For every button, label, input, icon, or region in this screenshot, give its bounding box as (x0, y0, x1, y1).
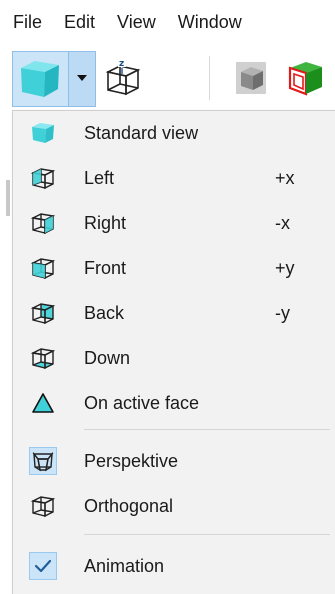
shaded-cube-icon[interactable] (234, 58, 268, 103)
menu-item-on-active-face[interactable]: On active face (13, 381, 335, 425)
view-left-cube-icon (29, 164, 57, 192)
menu-separator (84, 534, 330, 535)
scroll-mark (6, 180, 10, 216)
menu-item-standard-view[interactable]: Standard view (13, 111, 335, 155)
menu-item-label: Front (84, 258, 127, 278)
standard-view-cube-icon (29, 119, 57, 147)
view-dropdown-menu: Standard view Left +x Right -x Front +y … (12, 110, 335, 594)
menu-item-shortcut: -y (275, 303, 290, 323)
perspective-cube-icon (29, 447, 57, 475)
menu-item-right[interactable]: Right -x (13, 201, 335, 245)
menu-item-label: Animation (84, 556, 165, 576)
menu-item-label: Standard view (84, 123, 199, 143)
window-edge (0, 110, 12, 594)
toolbar: z (0, 44, 335, 110)
menu-item-shortcut: -x (275, 213, 290, 233)
menu-item-label: Down (84, 348, 131, 368)
menu-file[interactable]: File (0, 0, 42, 44)
toolbar-separator (209, 56, 210, 100)
menu-view[interactable]: View (104, 0, 156, 44)
menu-item-down[interactable]: Down (13, 336, 335, 380)
caret-down-icon (77, 75, 87, 81)
menu-item-label: Back (84, 303, 125, 323)
menu-separator (84, 429, 330, 430)
orthogonal-cube-icon (29, 492, 57, 520)
checkmark-icon (29, 552, 57, 580)
menu-window[interactable]: Window (165, 0, 242, 44)
menu-item-shortcut: +x (275, 168, 295, 188)
menu-item-front[interactable]: Front +y (13, 246, 335, 290)
standard-view-cube-icon (17, 58, 63, 105)
view-dropdown-button[interactable] (12, 51, 96, 107)
view-front-cube-icon (29, 254, 57, 282)
svg-text:z: z (119, 59, 124, 69)
menu-item-label: Orthogonal (84, 496, 174, 516)
menu-item-orthogonal[interactable]: Orthogonal (13, 484, 335, 528)
menu-item-left[interactable]: Left +x (13, 156, 335, 200)
menu-item-label: Perspektive (84, 451, 179, 471)
top-view-cube-icon[interactable]: z (100, 58, 146, 103)
menu-item-label: Left (84, 168, 115, 188)
menu-item-label: On active face (84, 393, 200, 413)
menu-bar: File Edit View Window (0, 0, 335, 44)
menu-item-back[interactable]: Back -y (13, 291, 335, 335)
menu-edit[interactable]: Edit (51, 0, 95, 44)
view-dropdown-arrow[interactable] (68, 52, 95, 106)
view-down-cube-icon (29, 344, 57, 372)
menu-item-perspektive[interactable]: Perspektive (13, 439, 335, 483)
menu-item-shortcut: +y (275, 258, 295, 278)
view-right-cube-icon (29, 209, 57, 237)
colored-faces-cube-icon[interactable] (284, 56, 328, 103)
active-face-triangle-icon (29, 389, 57, 417)
menu-item-animation[interactable]: Animation (13, 544, 335, 588)
view-back-cube-icon (29, 299, 57, 327)
menu-item-label: Right (84, 213, 127, 233)
